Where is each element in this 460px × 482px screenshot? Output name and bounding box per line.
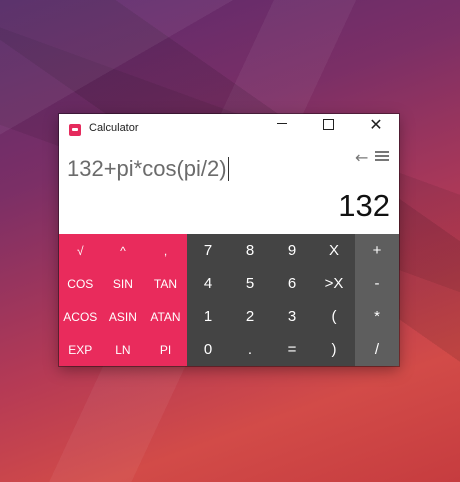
key-9[interactable]: 9 [271,234,313,267]
close-button[interactable]: ✕ [353,114,399,142]
window-title: Calculator [89,122,139,134]
key-4[interactable]: 4 [187,267,229,300]
key-x[interactable]: X [313,234,355,267]
key-1[interactable]: 1 [187,300,229,333]
calculator-app-icon [69,124,81,136]
key-plus[interactable]: + [355,234,399,267]
minimize-icon [277,122,287,124]
key-store-x[interactable]: >X [313,267,355,300]
key-tan[interactable]: TAN [144,267,187,300]
number-keys-panel: 7 8 9 X 4 5 6 >X 1 2 3 ( 0 . = ) [187,234,355,366]
expression-text: 132+pi*cos(pi/2) [67,156,227,181]
key-atan[interactable]: ATAN [144,300,187,333]
keypad: √ ^ , COS SIN TAN ACOS ASIN ATAN EXP LN … [59,234,399,366]
function-keys-panel: √ ^ , COS SIN TAN ACOS ASIN ATAN EXP LN … [59,234,187,366]
result-display: 132 [338,188,390,223]
key-comma[interactable]: , [144,234,187,267]
key-open-paren[interactable]: ( [313,300,355,333]
titlebar[interactable]: Calculator ✕ [59,114,399,144]
key-exp[interactable]: EXP [59,333,102,366]
key-multiply[interactable]: * [355,300,399,333]
key-sqrt[interactable]: √ [59,234,102,267]
key-sin[interactable]: SIN [102,267,145,300]
expression-input[interactable]: 132+pi*cos(pi/2) [67,156,229,182]
key-5[interactable]: 5 [229,267,271,300]
key-0[interactable]: 0 [187,333,229,366]
key-divide[interactable]: / [355,333,399,366]
key-decimal[interactable]: . [229,333,271,366]
key-asin[interactable]: ASIN [102,300,145,333]
key-3[interactable]: 3 [271,300,313,333]
key-pi[interactable]: PI [144,333,187,366]
operator-keys-panel: + - * / [355,234,399,366]
key-power[interactable]: ^ [102,234,145,267]
key-minus[interactable]: - [355,267,399,300]
maximize-button[interactable] [305,114,351,142]
backspace-icon[interactable]: ← [355,148,368,167]
calculator-window: Calculator ✕ 132+pi*cos(pi/2) ← 132 √ ^ … [59,114,399,366]
key-cos[interactable]: COS [59,267,102,300]
key-6[interactable]: 6 [271,267,313,300]
key-close-paren[interactable]: ) [313,333,355,366]
text-caret [227,157,229,181]
minimize-button[interactable] [259,114,305,142]
key-acos[interactable]: ACOS [59,300,102,333]
menu-icon[interactable] [375,149,389,163]
key-8[interactable]: 8 [229,234,271,267]
key-2[interactable]: 2 [229,300,271,333]
key-equals[interactable]: = [271,333,313,366]
key-ln[interactable]: LN [102,333,145,366]
key-7[interactable]: 7 [187,234,229,267]
maximize-icon [322,118,334,130]
close-icon: ✕ [369,114,383,134]
